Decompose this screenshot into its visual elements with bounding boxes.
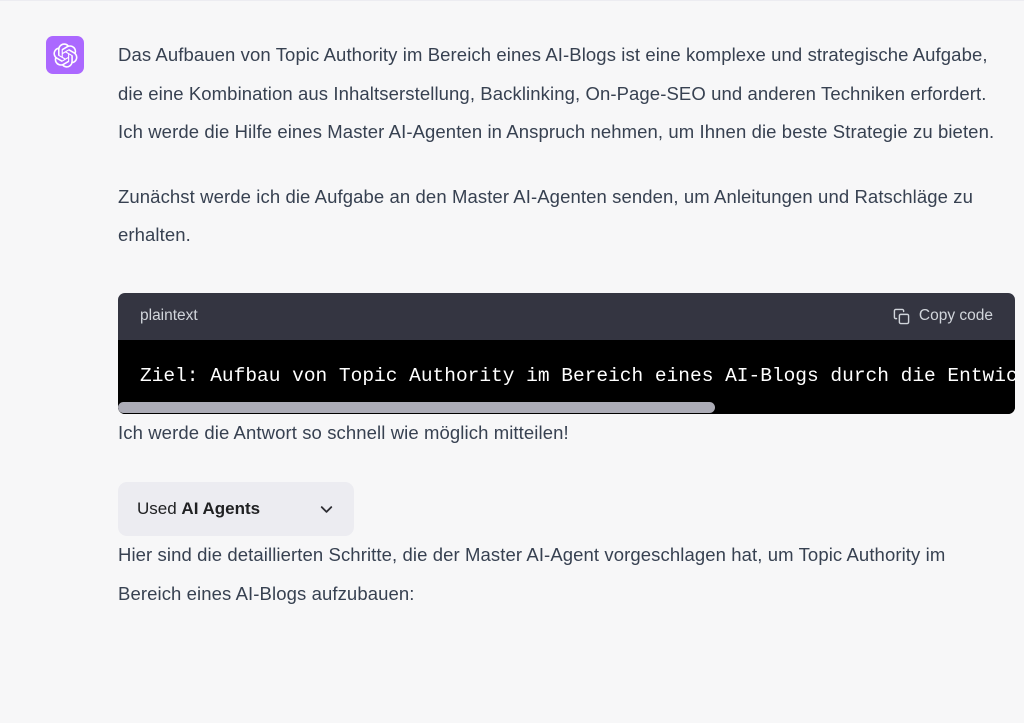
used-tool-disclosure[interactable]: Used AI Agents xyxy=(118,482,354,536)
avatar-column xyxy=(0,36,118,74)
assistant-message: Das Aufbauen von Topic Authority im Bere… xyxy=(0,0,1024,613)
paragraph-after-code: Ich werde die Antwort so schnell wie mög… xyxy=(118,421,569,443)
code-horizontal-scrollbar[interactable] xyxy=(118,400,1015,414)
copy-code-label: Copy code xyxy=(918,307,993,324)
code-text: Ziel: Aufbau von Topic Authority im Bere… xyxy=(140,364,1015,387)
code-scrollbar-thumb[interactable] xyxy=(118,401,715,413)
paragraph-closing: Hier sind die detaillierten Schritte, di… xyxy=(118,544,946,604)
used-tool-label: Used AI Agents xyxy=(137,499,260,519)
message-content: Das Aufbauen von Topic Authority im Bere… xyxy=(118,36,1024,613)
assistant-avatar xyxy=(46,36,84,74)
chevron-down-icon[interactable] xyxy=(317,500,336,519)
openai-logo-icon xyxy=(52,42,78,68)
paragraph-next-step: Zunächst werde ich die Aufgabe an den Ma… xyxy=(118,185,973,246)
code-block: plaintext Copy code Ziel: Aufbau von Top… xyxy=(118,292,1015,414)
copy-code-button[interactable]: Copy code xyxy=(887,303,999,329)
used-prefix: Used xyxy=(137,499,177,518)
code-language-label: plaintext xyxy=(140,307,198,324)
used-tool-name: AI Agents xyxy=(181,499,261,518)
code-block-body: Ziel: Aufbau von Topic Authority im Bere… xyxy=(118,339,1015,414)
clipboard-icon xyxy=(893,308,910,325)
code-block-header: plaintext Copy code xyxy=(118,292,1015,340)
paragraph-intro: Das Aufbauen von Topic Authority im Bere… xyxy=(118,44,995,142)
